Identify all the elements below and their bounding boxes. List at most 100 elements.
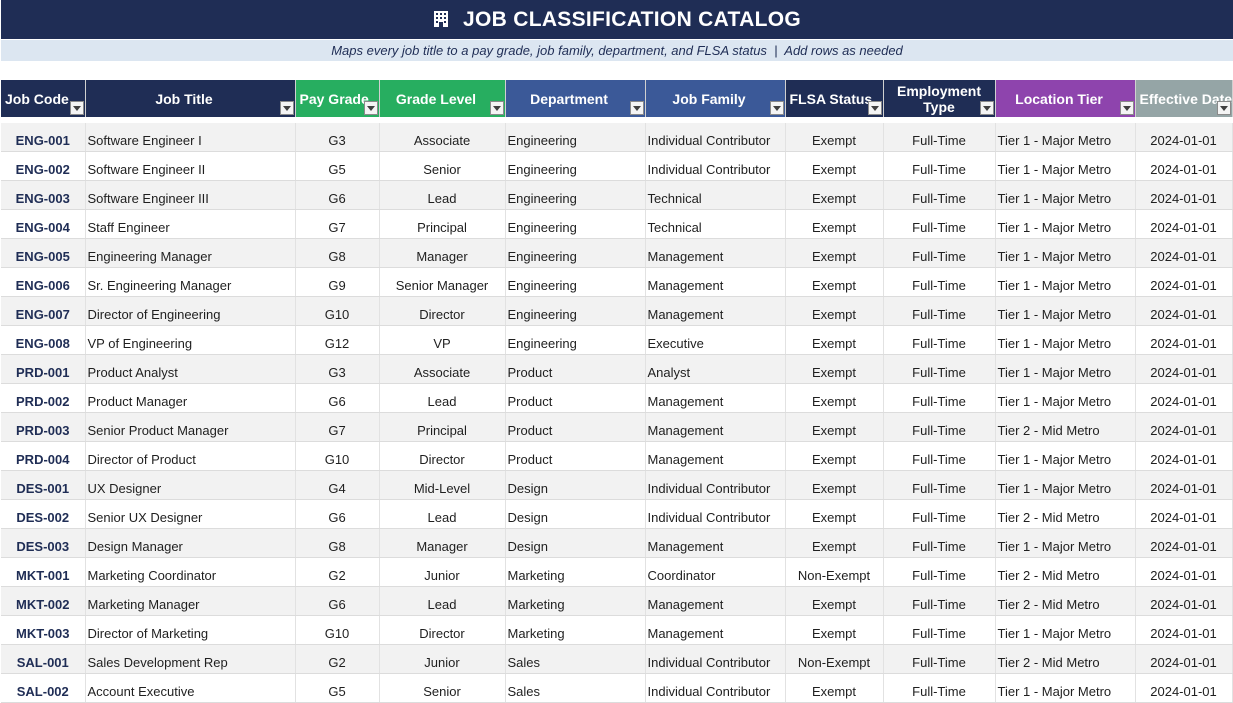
effective-date-cell[interactable]: 2024-01-01 <box>1135 644 1233 674</box>
column-header-grade-level[interactable]: Grade Level <box>379 80 506 117</box>
job-title-cell[interactable]: Product Manager <box>85 383 296 413</box>
location-tier-cell[interactable]: Tier 1 - Major Metro <box>995 209 1136 239</box>
column-header-department[interactable]: Department <box>505 80 646 117</box>
filter-dropdown-icon[interactable] <box>489 101 504 115</box>
job-code-cell[interactable]: MKT-003 <box>1 615 86 645</box>
effective-date-cell[interactable]: 2024-01-01 <box>1135 441 1233 471</box>
flsa-status-cell[interactable]: Exempt <box>785 238 884 268</box>
department-cell[interactable]: Engineering <box>505 123 646 152</box>
employment-type-cell[interactable]: Full-Time <box>883 209 996 239</box>
pay-grade-cell[interactable]: G7 <box>295 412 380 442</box>
job-code-cell[interactable]: PRD-004 <box>1 441 86 471</box>
grade-level-cell[interactable]: Manager <box>379 238 506 268</box>
employment-type-cell[interactable]: Full-Time <box>883 151 996 181</box>
employment-type-cell[interactable]: Full-Time <box>883 499 996 529</box>
department-cell[interactable]: Engineering <box>505 238 646 268</box>
column-header-flsa-status[interactable]: FLSA Status <box>785 80 884 117</box>
effective-date-cell[interactable]: 2024-01-01 <box>1135 123 1233 152</box>
employment-type-cell[interactable]: Full-Time <box>883 644 996 674</box>
pay-grade-cell[interactable]: G10 <box>295 296 380 326</box>
employment-type-cell[interactable]: Full-Time <box>883 586 996 616</box>
filter-dropdown-icon[interactable] <box>363 101 378 115</box>
grade-level-cell[interactable]: Director <box>379 296 506 326</box>
pay-grade-cell[interactable]: G12 <box>295 325 380 355</box>
department-cell[interactable]: Marketing <box>505 557 646 587</box>
grade-level-cell[interactable]: Lead <box>379 586 506 616</box>
job-family-cell[interactable]: Analyst <box>645 354 786 384</box>
location-tier-cell[interactable]: Tier 2 - Mid Metro <box>995 557 1136 587</box>
job-family-cell[interactable]: Management <box>645 238 786 268</box>
grade-level-cell[interactable]: Junior <box>379 644 506 674</box>
job-code-cell[interactable]: ENG-008 <box>1 325 86 355</box>
department-cell[interactable]: Product <box>505 441 646 471</box>
job-code-cell[interactable]: ENG-005 <box>1 238 86 268</box>
pay-grade-cell[interactable]: G2 <box>295 644 380 674</box>
department-cell[interactable]: Engineering <box>505 267 646 297</box>
flsa-status-cell[interactable]: Exempt <box>785 325 884 355</box>
employment-type-cell[interactable]: Full-Time <box>883 383 996 413</box>
pay-grade-cell[interactable]: G8 <box>295 238 380 268</box>
effective-date-cell[interactable]: 2024-01-01 <box>1135 528 1233 558</box>
job-title-cell[interactable]: Marketing Manager <box>85 586 296 616</box>
column-header-pay-grade[interactable]: Pay Grade <box>295 80 380 117</box>
location-tier-cell[interactable]: Tier 1 - Major Metro <box>995 267 1136 297</box>
job-family-cell[interactable]: Management <box>645 267 786 297</box>
effective-date-cell[interactable]: 2024-01-01 <box>1135 615 1233 645</box>
job-code-cell[interactable]: ENG-002 <box>1 151 86 181</box>
column-header-job-title[interactable]: Job Title <box>85 80 296 117</box>
employment-type-cell[interactable]: Full-Time <box>883 180 996 210</box>
job-title-cell[interactable]: Account Executive <box>85 673 296 703</box>
job-code-cell[interactable]: MKT-001 <box>1 557 86 587</box>
grade-level-cell[interactable]: Lead <box>379 383 506 413</box>
job-title-cell[interactable]: Staff Engineer <box>85 209 296 239</box>
filter-dropdown-icon[interactable] <box>867 101 882 115</box>
job-title-cell[interactable]: Product Analyst <box>85 354 296 384</box>
effective-date-cell[interactable]: 2024-01-01 <box>1135 209 1233 239</box>
column-header-job-family[interactable]: Job Family <box>645 80 786 117</box>
job-title-cell[interactable]: Sales Development Rep <box>85 644 296 674</box>
employment-type-cell[interactable]: Full-Time <box>883 238 996 268</box>
job-title-cell[interactable]: Engineering Manager <box>85 238 296 268</box>
pay-grade-cell[interactable]: G5 <box>295 151 380 181</box>
grade-level-cell[interactable]: Lead <box>379 180 506 210</box>
pay-grade-cell[interactable]: G10 <box>295 615 380 645</box>
pay-grade-cell[interactable]: G7 <box>295 209 380 239</box>
effective-date-cell[interactable]: 2024-01-01 <box>1135 151 1233 181</box>
flsa-status-cell[interactable]: Exempt <box>785 209 884 239</box>
department-cell[interactable]: Product <box>505 383 646 413</box>
job-title-cell[interactable]: Director of Marketing <box>85 615 296 645</box>
employment-type-cell[interactable]: Full-Time <box>883 296 996 326</box>
job-code-cell[interactable]: PRD-002 <box>1 383 86 413</box>
department-cell[interactable]: Product <box>505 354 646 384</box>
job-family-cell[interactable]: Individual Contributor <box>645 151 786 181</box>
job-code-cell[interactable]: DES-002 <box>1 499 86 529</box>
job-code-cell[interactable]: ENG-007 <box>1 296 86 326</box>
job-family-cell[interactable]: Individual Contributor <box>645 673 786 703</box>
department-cell[interactable]: Sales <box>505 673 646 703</box>
job-family-cell[interactable]: Individual Contributor <box>645 123 786 152</box>
job-code-cell[interactable]: DES-001 <box>1 470 86 500</box>
flsa-status-cell[interactable]: Exempt <box>785 673 884 703</box>
location-tier-cell[interactable]: Tier 1 - Major Metro <box>995 354 1136 384</box>
job-code-cell[interactable]: MKT-002 <box>1 586 86 616</box>
department-cell[interactable]: Engineering <box>505 296 646 326</box>
job-code-cell[interactable]: DES-003 <box>1 528 86 558</box>
job-title-cell[interactable]: Sr. Engineering Manager <box>85 267 296 297</box>
filter-dropdown-icon[interactable] <box>279 101 294 115</box>
job-family-cell[interactable]: Executive <box>645 325 786 355</box>
department-cell[interactable]: Design <box>505 528 646 558</box>
job-title-cell[interactable]: Director of Product <box>85 441 296 471</box>
effective-date-cell[interactable]: 2024-01-01 <box>1135 557 1233 587</box>
job-title-cell[interactable]: Software Engineer II <box>85 151 296 181</box>
location-tier-cell[interactable]: Tier 1 - Major Metro <box>995 123 1136 152</box>
flsa-status-cell[interactable]: Exempt <box>785 586 884 616</box>
flsa-status-cell[interactable]: Exempt <box>785 296 884 326</box>
job-family-cell[interactable]: Management <box>645 441 786 471</box>
pay-grade-cell[interactable]: G9 <box>295 267 380 297</box>
location-tier-cell[interactable]: Tier 1 - Major Metro <box>995 325 1136 355</box>
employment-type-cell[interactable]: Full-Time <box>883 354 996 384</box>
grade-level-cell[interactable]: Manager <box>379 528 506 558</box>
job-title-cell[interactable]: Design Manager <box>85 528 296 558</box>
job-family-cell[interactable]: Management <box>645 412 786 442</box>
effective-date-cell[interactable]: 2024-01-01 <box>1135 296 1233 326</box>
